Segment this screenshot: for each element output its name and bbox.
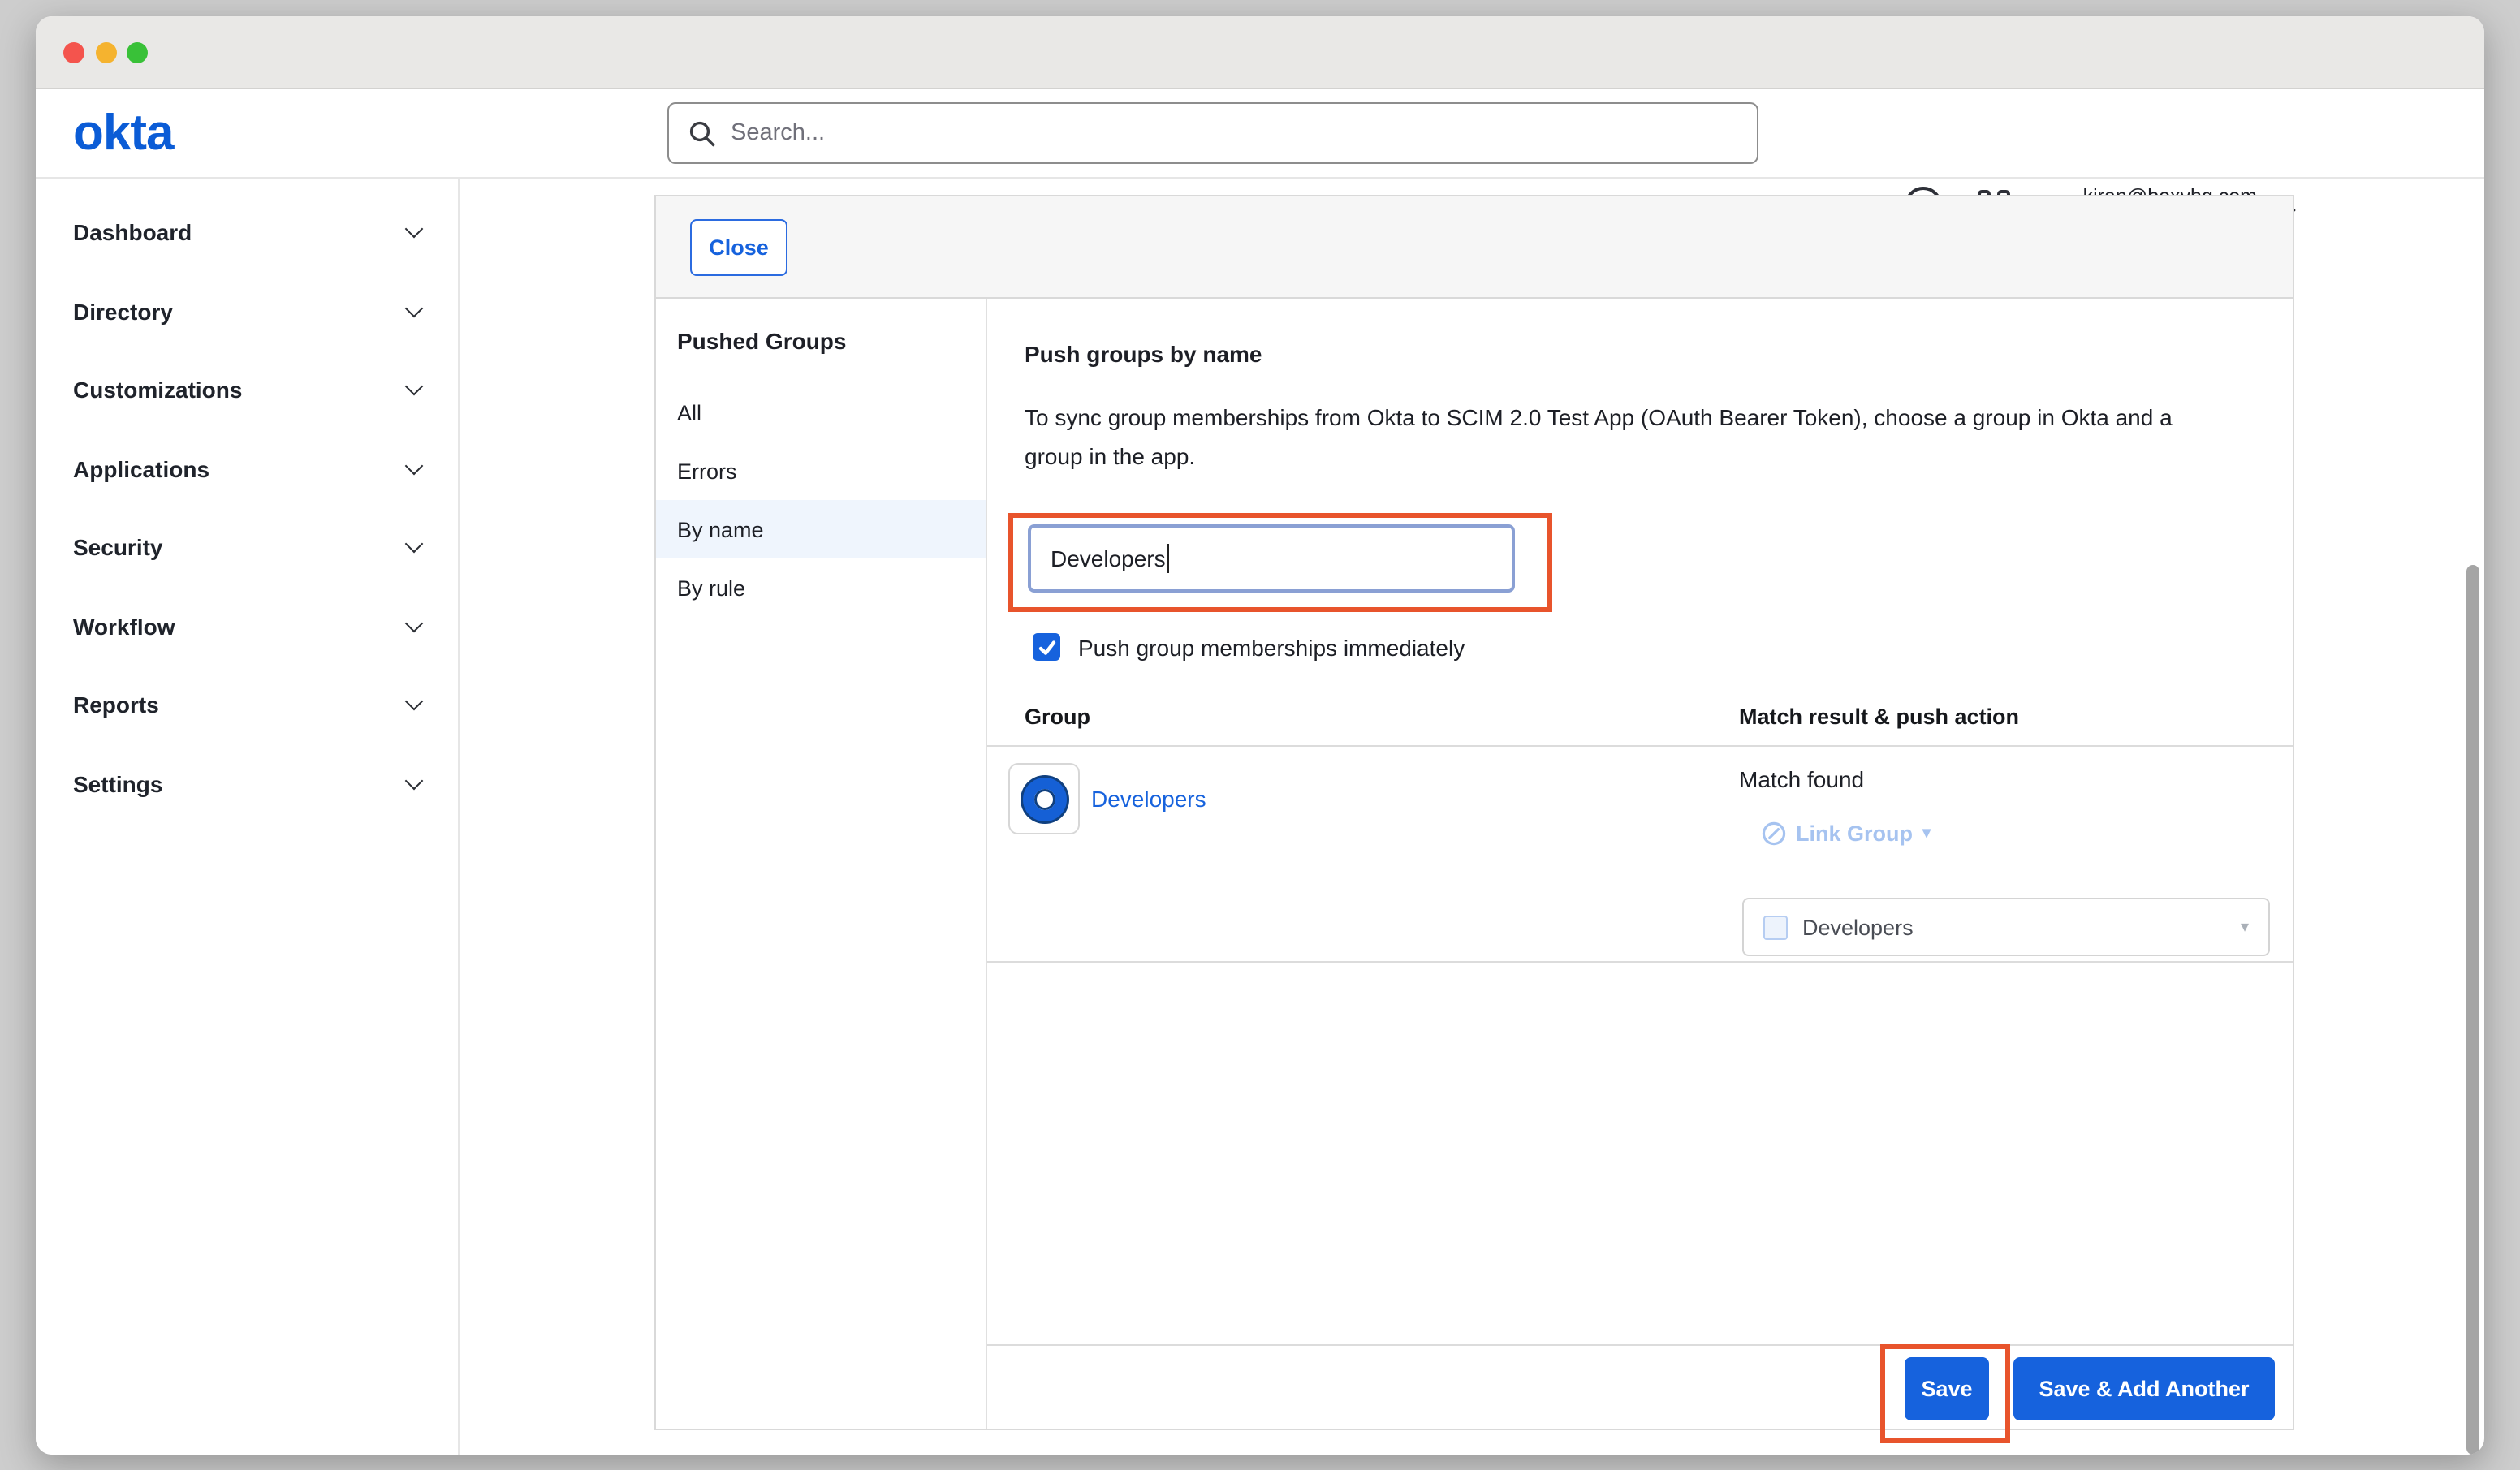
- push-immediately-checkbox[interactable]: [1033, 633, 1060, 661]
- link-icon: [1762, 821, 1786, 846]
- table-row: Developers Match found Link Group ▾ Deve…: [987, 747, 2293, 963]
- global-search[interactable]: [667, 102, 1758, 164]
- link-group-dropdown[interactable]: Link Group ▾: [1762, 821, 1931, 846]
- text-cursor: [1167, 544, 1170, 573]
- sidebar-item-label: Customizations: [73, 377, 242, 403]
- sidebar-item-reports[interactable]: Reports: [36, 675, 458, 734]
- subnav-title: Pushed Groups: [677, 328, 846, 354]
- subnav-item-label: By rule: [677, 575, 745, 600]
- screen: okta ? kiran@boxyhq.com okta-dev-2090126…: [0, 0, 2520, 1470]
- okta-logo: okta: [73, 107, 174, 159]
- sidebar-item-label: Directory: [73, 299, 173, 325]
- sidebar-item-label: Dashboard: [73, 219, 192, 245]
- sidebar-item-label: Workflow: [73, 614, 175, 640]
- chevron-down-icon: [405, 300, 424, 318]
- section-description: To sync group memberships from Okta to S…: [1025, 398, 2229, 476]
- subnav-item-label: All: [677, 400, 701, 425]
- subnav-item-label: By name: [677, 517, 764, 541]
- group-mini-icon: [1763, 915, 1788, 939]
- push-by-name-content: Push groups by name To sync group member…: [987, 299, 2293, 1429]
- push-immediately-row: Push group memberships immediately: [1033, 633, 1465, 661]
- window-close-button[interactable]: [63, 42, 84, 63]
- search-input[interactable]: [731, 120, 1757, 146]
- vertical-scrollbar[interactable]: [2466, 565, 2479, 1455]
- link-group-label: Link Group: [1796, 821, 1913, 846]
- sidebar-item-settings[interactable]: Settings: [36, 755, 458, 813]
- sidebar: Dashboard Directory Customizations Appli…: [36, 179, 460, 1455]
- save-button[interactable]: Save: [1905, 1357, 1989, 1420]
- save-add-another-button[interactable]: Save & Add Another: [2013, 1357, 2275, 1420]
- match-status: Match found: [1739, 766, 1864, 792]
- sidebar-item-applications[interactable]: Applications: [36, 440, 458, 498]
- sidebar-item-security[interactable]: Security: [36, 518, 458, 576]
- app-header: okta ? kiran@boxyhq.com okta-dev-2090126…: [36, 89, 2484, 179]
- window-zoom-button[interactable]: [127, 42, 148, 63]
- push-immediately-label: Push group memberships immediately: [1078, 634, 1465, 660]
- subnav-item-by-name[interactable]: By name: [656, 500, 986, 558]
- section-title: Push groups by name: [1025, 341, 1262, 367]
- sidebar-item-label: Security: [73, 534, 163, 560]
- chevron-down-icon: [405, 377, 424, 396]
- group-avatar: [1008, 763, 1080, 834]
- subnav-item-all[interactable]: All: [656, 383, 986, 442]
- column-group: Group: [1025, 705, 1090, 729]
- close-button[interactable]: Close: [690, 219, 788, 276]
- search-icon: [688, 119, 716, 147]
- group-name-input[interactable]: Developers: [1028, 524, 1515, 593]
- chevron-down-icon: [405, 457, 424, 476]
- push-groups-panel: Close Pushed Groups All Errors By name B…: [654, 195, 2294, 1430]
- caret-down-icon: ▾: [2241, 918, 2249, 936]
- group-icon: [1022, 777, 1066, 821]
- sidebar-item-dashboard[interactable]: Dashboard: [36, 203, 458, 261]
- table-header: Group Match result & push action: [987, 685, 2293, 747]
- chevron-down-icon: [405, 614, 424, 633]
- group-input-value: Developers: [1051, 545, 1166, 571]
- pushed-groups-subnav: Pushed Groups All Errors By name By rule: [656, 299, 987, 1429]
- browser-window: okta ? kiran@boxyhq.com okta-dev-2090126…: [36, 16, 2484, 1455]
- target-group-select[interactable]: Developers ▾: [1742, 898, 2270, 956]
- footer-divider: [987, 1344, 2293, 1346]
- column-match-result: Match result & push action: [1739, 705, 2019, 729]
- subnav-item-errors[interactable]: Errors: [656, 442, 986, 500]
- panel-toolbar: Close: [656, 196, 2293, 299]
- sidebar-item-label: Reports: [73, 692, 159, 718]
- chevron-down-icon: [405, 772, 424, 791]
- group-name-link[interactable]: Developers: [1091, 786, 1206, 812]
- subnav-item-label: Errors: [677, 459, 737, 483]
- chevron-down-icon: [405, 535, 424, 554]
- window-minimize-button[interactable]: [96, 42, 117, 63]
- sidebar-item-customizations[interactable]: Customizations: [36, 360, 458, 419]
- sidebar-item-label: Settings: [73, 771, 162, 797]
- window-titlebar: [36, 16, 2484, 89]
- caret-down-icon: ▾: [1922, 825, 1931, 843]
- chevron-down-icon: [405, 692, 424, 711]
- sidebar-item-label: Applications: [73, 456, 209, 482]
- sidebar-item-directory[interactable]: Directory: [36, 282, 458, 341]
- target-group-value: Developers: [1802, 915, 2226, 939]
- sidebar-item-workflow[interactable]: Workflow: [36, 597, 458, 656]
- chevron-down-icon: [405, 220, 424, 239]
- subnav-item-by-rule[interactable]: By rule: [656, 558, 986, 617]
